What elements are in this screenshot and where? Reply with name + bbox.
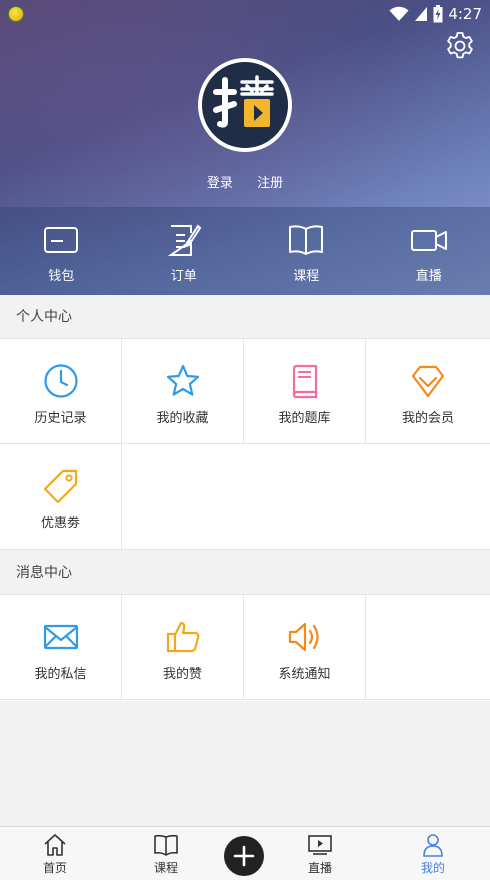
grid-item-system-notices[interactable]: 系统通知 — [244, 595, 366, 700]
coupon-tag-icon — [43, 469, 77, 504]
quick-item-live[interactable]: 直播 — [368, 207, 490, 295]
grid-item-likes[interactable]: 我的赞 — [122, 595, 244, 700]
star-icon — [166, 364, 199, 396]
clock-icon — [43, 364, 78, 398]
quick-item-label: 订单 — [170, 269, 197, 284]
grid-item-label: 历史记录 — [34, 411, 87, 426]
play-screen-icon — [308, 835, 332, 855]
nav-live[interactable]: 直播 — [290, 833, 350, 876]
nav-course[interactable]: 课程 — [136, 833, 196, 876]
grid-item-label: 我的会员 — [401, 411, 454, 426]
section-title-personal: 个人中心 — [0, 295, 490, 339]
speaker-icon — [288, 622, 319, 652]
thumbs-up-icon — [166, 621, 199, 653]
quick-item-label: 钱包 — [48, 269, 75, 284]
grid-empty-space — [366, 595, 490, 700]
bottom-navigation: 首页 课程 直播 我的 — [0, 826, 490, 880]
grid-item-label: 我的收藏 — [156, 411, 209, 426]
grid-item-label: 我的私信 — [34, 667, 87, 682]
settings-gear-icon[interactable] — [444, 30, 476, 62]
video-camera-icon — [410, 230, 447, 251]
grid-item-label: 我的赞 — [162, 667, 202, 682]
question-bank-icon — [292, 364, 317, 399]
bo-logo-icon — [202, 62, 288, 148]
profile-header: 4:27 登录 注册 钱包 订单 课程 直播 — [0, 0, 490, 295]
quick-item-order[interactable]: 订单 — [123, 207, 246, 295]
grid-item-label: 我的题库 — [278, 411, 331, 426]
register-link[interactable]: 注册 — [257, 172, 283, 191]
nav-mine[interactable]: 我的 — [403, 833, 463, 876]
grid-item-history[interactable]: 历史记录 — [0, 339, 122, 444]
signal-icon — [415, 7, 428, 21]
wallet-icon — [44, 227, 79, 253]
login-link[interactable]: 登录 — [207, 172, 233, 191]
user-icon — [423, 834, 443, 857]
plus-icon — [233, 845, 255, 867]
status-indicators: 4:27 — [389, 3, 482, 25]
member-diamond-icon — [411, 365, 445, 398]
nav-label: 首页 — [42, 861, 67, 875]
auth-links: 登录 注册 — [0, 172, 490, 191]
grid-item-coupons[interactable]: 优惠劵 — [0, 444, 122, 550]
status-bar: 4:27 — [0, 0, 490, 28]
book-icon — [154, 834, 178, 856]
grid-item-question-bank[interactable]: 我的题库 — [244, 339, 366, 444]
publish-plus-button[interactable] — [224, 836, 264, 876]
grid-item-label: 优惠劵 — [40, 516, 80, 531]
grid-item-membership[interactable]: 我的会员 — [366, 339, 490, 444]
messages-grid: 我的私信 我的赞 系统通知 — [0, 595, 490, 701]
wifi-icon — [389, 6, 409, 21]
section-title-messages: 消息中心 — [0, 551, 490, 595]
nav-label: 我的 — [420, 861, 445, 875]
quick-item-wallet[interactable]: 钱包 — [0, 207, 123, 295]
order-icon — [167, 224, 202, 256]
status-time: 4:27 — [448, 5, 482, 23]
mail-icon — [43, 624, 78, 650]
nav-home[interactable]: 首页 — [25, 833, 85, 876]
personal-grid: 历史记录 我的收藏 我的题库 我的会员 优惠劵 — [0, 339, 490, 550]
quick-item-course[interactable]: 课程 — [245, 207, 368, 295]
nav-label: 课程 — [153, 861, 178, 875]
book-icon — [289, 225, 324, 255]
avatar[interactable] — [198, 58, 292, 152]
grid-item-label: 系统通知 — [278, 667, 331, 682]
quick-item-label: 直播 — [415, 269, 442, 284]
quick-item-label: 课程 — [293, 269, 320, 284]
grid-item-favorites[interactable]: 我的收藏 — [122, 339, 244, 444]
nav-label: 直播 — [307, 861, 332, 875]
battery-icon — [433, 5, 443, 23]
home-icon — [44, 834, 66, 856]
grid-empty-space — [122, 444, 490, 550]
quick-actions: 钱包 订单 课程 直播 — [0, 207, 490, 295]
grid-item-private-messages[interactable]: 我的私信 — [0, 595, 122, 700]
notification-app-icon — [8, 6, 24, 22]
